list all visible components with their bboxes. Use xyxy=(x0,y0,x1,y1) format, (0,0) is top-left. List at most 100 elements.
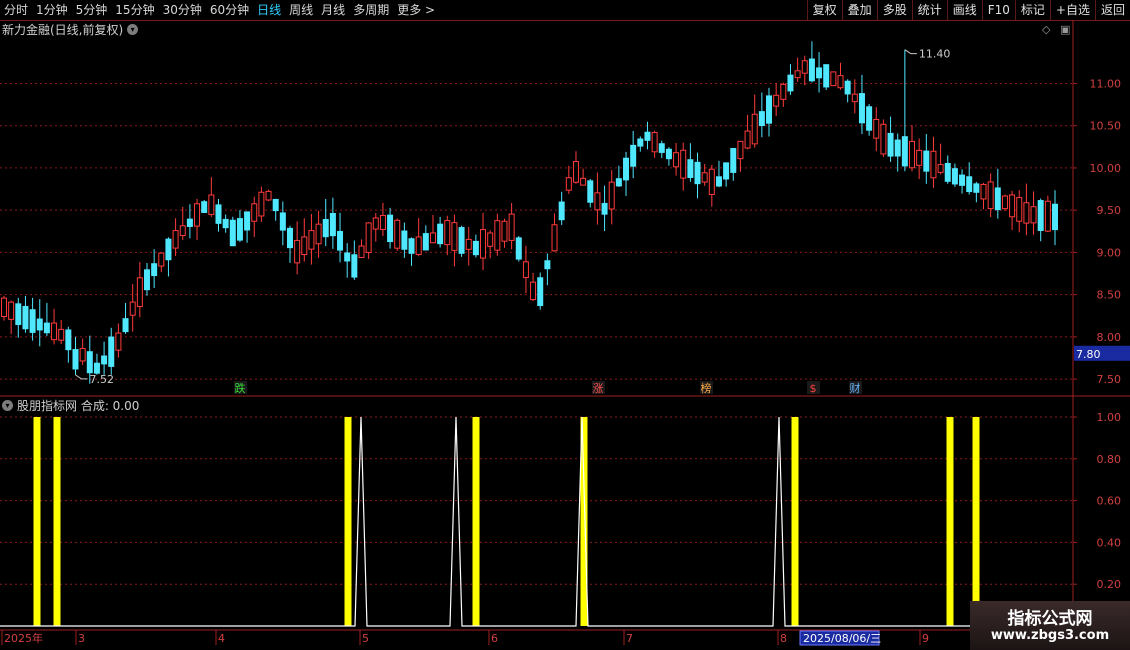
indicator-signal-bar xyxy=(972,417,980,626)
indicator-line xyxy=(0,416,1073,627)
candle-body xyxy=(715,176,722,187)
candle-body xyxy=(630,144,637,167)
candle-body xyxy=(379,214,386,230)
candle-body xyxy=(959,174,966,186)
candle-body xyxy=(1009,194,1016,218)
candle-body xyxy=(36,318,43,331)
candle-body xyxy=(730,148,737,173)
candle-body xyxy=(916,149,923,166)
indicator-tick-label: 0.40 xyxy=(1097,536,1122,549)
candle-body xyxy=(315,223,322,245)
candle-body xyxy=(551,224,558,252)
candle-body xyxy=(108,336,115,367)
candle-body xyxy=(608,181,615,210)
event-marker-label: 涨 xyxy=(593,382,604,395)
candle-body xyxy=(165,238,172,261)
candle-body xyxy=(1,297,7,317)
candle-body xyxy=(337,230,344,251)
indicator-signal-bar xyxy=(33,417,41,626)
candle-body xyxy=(301,236,308,256)
candle-body xyxy=(773,94,780,107)
candle-body xyxy=(1016,197,1023,222)
current-price-label: 7.80 xyxy=(1076,348,1101,361)
candle-body xyxy=(29,309,36,333)
indicator-tick-label: 0.60 xyxy=(1097,495,1122,508)
candle-body xyxy=(1023,202,1030,224)
candle-body xyxy=(501,220,508,242)
candle-body xyxy=(522,261,529,279)
candle-body xyxy=(708,168,715,195)
candle-body xyxy=(65,329,72,351)
candle-body xyxy=(222,218,229,229)
candle-body xyxy=(401,230,408,250)
candle-body xyxy=(937,164,944,173)
candle-body xyxy=(637,138,644,147)
candle-body xyxy=(930,150,937,179)
candle-body xyxy=(1044,200,1051,232)
candle-body xyxy=(487,232,494,247)
watermark-url: www.zbgs3.com xyxy=(990,628,1110,643)
candle-body xyxy=(151,263,158,277)
candle-body xyxy=(766,95,773,124)
price-tick-label: 11.00 xyxy=(1090,77,1122,90)
candle-body xyxy=(322,219,329,238)
candle-body xyxy=(329,212,336,237)
price-tick-label: 10.50 xyxy=(1090,120,1122,133)
candle-body xyxy=(794,70,801,79)
candle-body xyxy=(480,229,487,259)
candle-body xyxy=(894,139,901,157)
candle-body xyxy=(844,80,851,95)
event-marker-label: 跌 xyxy=(235,381,246,395)
candle-body xyxy=(830,71,837,87)
candle-body xyxy=(723,162,730,180)
candle-body xyxy=(651,132,658,153)
candle-body xyxy=(172,230,179,249)
watermark-title: 指标公式网 xyxy=(1007,609,1093,629)
candle-body xyxy=(1030,206,1037,224)
candle-body xyxy=(887,132,894,157)
candle-body xyxy=(387,214,394,243)
indicator-signal-bar xyxy=(344,417,352,626)
candle-body xyxy=(415,236,422,255)
candle-body xyxy=(208,194,215,215)
indicator-tick-label: 0.20 xyxy=(1097,578,1122,591)
high-price-label: 11.40 xyxy=(919,48,951,61)
candle-body xyxy=(451,222,458,251)
candle-body xyxy=(587,180,594,203)
candle-body xyxy=(444,220,451,246)
candle-body xyxy=(808,58,815,82)
candle-body xyxy=(544,260,551,270)
date-label: 9 xyxy=(922,632,929,645)
price-tick-label: 10.00 xyxy=(1090,162,1122,175)
candle-body xyxy=(880,123,887,155)
chevron-down-icon[interactable]: ▾ xyxy=(2,400,13,411)
candle-body xyxy=(987,181,994,210)
candle-body xyxy=(665,148,672,160)
candle-body xyxy=(801,60,808,74)
price-tick-label: 7.50 xyxy=(1097,373,1122,386)
kline-chart[interactable]: 11.00 10.50 10.00 9.50 9.00 8.50 8.00 7.50 7.80 1… xyxy=(0,0,1130,650)
indicator-signal-bar xyxy=(53,417,61,626)
candle-body xyxy=(93,362,100,374)
candle-body xyxy=(909,140,916,169)
low-price-label: 7.52 xyxy=(89,373,114,386)
candle-body xyxy=(515,237,522,260)
candle-body xyxy=(43,322,50,334)
candle-body xyxy=(201,201,208,213)
event-marker-label: 财 xyxy=(850,381,861,395)
candle-body xyxy=(744,130,751,149)
candle-body xyxy=(694,161,701,185)
candle-body xyxy=(758,111,765,127)
candle-body xyxy=(229,219,236,247)
candle-body xyxy=(72,349,79,370)
indicator-title-bar: ▾ 股朋指标网 合成: 0.00 xyxy=(2,398,139,413)
watermark-logo: 指标公式网 www.zbgs3.com xyxy=(970,601,1130,650)
candle-body xyxy=(658,143,665,153)
event-marker-label: 榜 xyxy=(701,381,712,395)
candle-body xyxy=(136,277,143,307)
candle-body xyxy=(494,220,501,251)
price-tick-label: 9.50 xyxy=(1097,204,1122,217)
candle-body xyxy=(737,140,744,160)
candle-body xyxy=(944,162,951,182)
candle-body xyxy=(143,269,150,291)
